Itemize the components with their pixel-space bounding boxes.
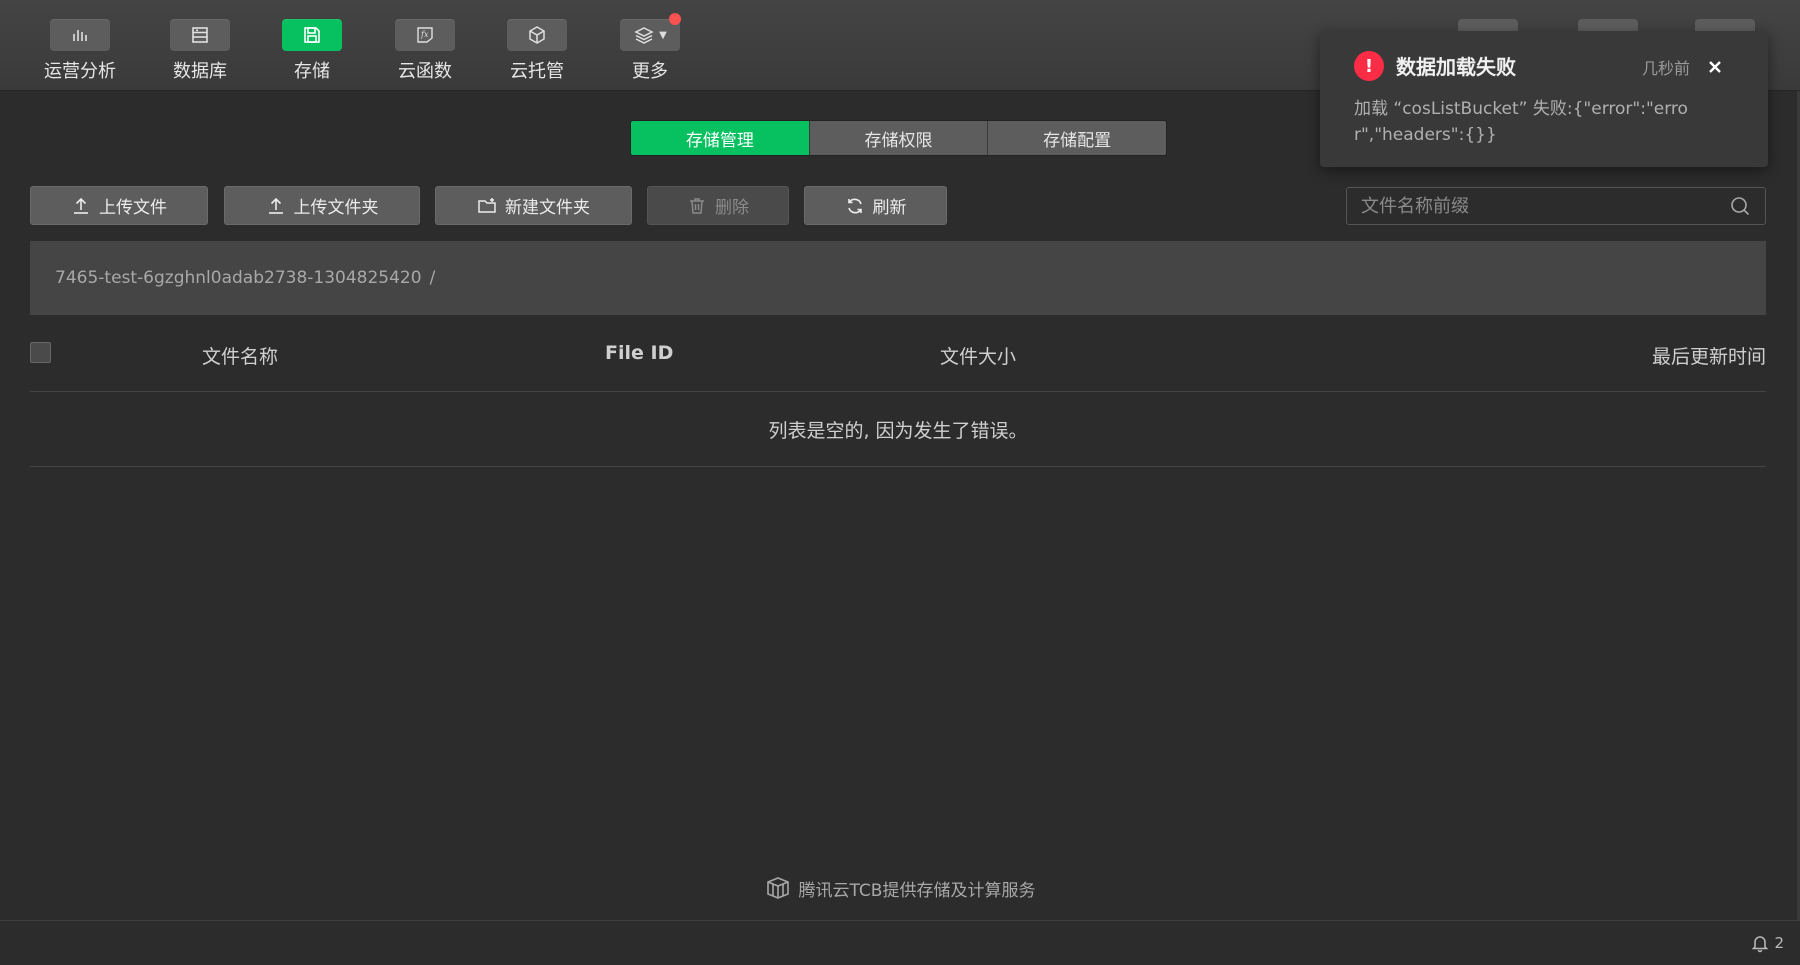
upload-file-label: 上传文件: [99, 198, 167, 218]
column-file-id[interactable]: File ID: [605, 342, 673, 364]
tool-operations-analysis[interactable]: 运营分析: [35, 19, 125, 83]
toast-message: 加载 “cosListBucket” 失败:{"error":"error","…: [1354, 99, 1688, 145]
close-icon: [1709, 61, 1721, 73]
footer-brand-text: 腾讯云TCB提供存储及计算服务: [798, 880, 1036, 901]
trash-icon: [690, 197, 704, 214]
toast-time: 几秒前: [1642, 59, 1691, 78]
tab-storage-config[interactable]: 存储配置: [988, 121, 1166, 155]
search-input[interactable]: [1361, 195, 1729, 217]
upload-icon: [74, 197, 88, 214]
tool-label: 云函数: [398, 61, 452, 82]
notification-count: 2: [1774, 934, 1784, 952]
refresh-button[interactable]: 刷新: [804, 186, 947, 225]
column-file-size[interactable]: 文件大小: [940, 342, 1016, 369]
select-all-checkbox[interactable]: [30, 342, 51, 363]
new-folder-label: 新建文件夹: [505, 198, 590, 218]
function-fx-icon: fx: [417, 27, 433, 43]
search-box: [1346, 187, 1766, 225]
upload-folder-button[interactable]: 上传文件夹: [224, 186, 420, 225]
tool-label: 存储: [294, 61, 330, 82]
upload-file-button[interactable]: 上传文件: [30, 186, 208, 225]
new-folder-button[interactable]: 新建文件夹: [435, 186, 632, 225]
status-bar: 2: [0, 920, 1800, 965]
storage-tabs: 存储管理 存储权限 存储配置: [630, 120, 1167, 156]
tool-database[interactable]: 数据库: [155, 19, 245, 83]
upload-icon: [268, 197, 283, 214]
bar-chart-icon: [73, 30, 87, 41]
empty-message: 列表是空的, 因为发生了错误。: [30, 392, 1766, 467]
breadcrumb-bucket[interactable]: 7465-test-6gzghnl0adab2738-1304825420: [55, 268, 422, 288]
error-icon: !: [1354, 51, 1384, 81]
tool-label: 数据库: [173, 61, 227, 82]
error-toast: ! 数据加载失败 几秒前 加载 “cosListBucket” 失败:{"err…: [1320, 31, 1768, 167]
refresh-icon: [847, 198, 862, 213]
upload-folder-label: 上传文件夹: [293, 198, 379, 218]
delete-label: 删除: [715, 198, 749, 218]
cube-icon: [529, 26, 545, 44]
tool-button[interactable]: [282, 19, 342, 51]
tool-label: 云托管: [510, 61, 564, 82]
table-header: 文件名称 File ID 文件大小 最后更新时间: [30, 330, 1766, 392]
delete-button[interactable]: 删除: [647, 186, 789, 225]
notifications-button[interactable]: 2: [1750, 933, 1784, 953]
tcb-logo-icon: [766, 877, 789, 899]
tab-storage-permissions[interactable]: 存储权限: [809, 121, 989, 155]
footer-brand: 腾讯云TCB提供存储及计算服务: [0, 873, 1800, 903]
tool-label: 更多: [632, 61, 668, 82]
tool-more[interactable]: ▼ 更多: [605, 13, 695, 83]
chevron-down-icon: ▼: [659, 29, 667, 41]
save-disk-icon: [304, 27, 320, 43]
tool-label: 运营分析: [44, 61, 116, 82]
column-file-name[interactable]: 文件名称: [202, 342, 278, 369]
tab-storage-management[interactable]: 存储管理: [631, 121, 810, 155]
bell-icon: [1752, 936, 1769, 953]
search-icon[interactable]: [1729, 195, 1751, 217]
tool-button[interactable]: ▼: [620, 13, 681, 51]
new-folder-icon: [478, 197, 496, 213]
tool-button[interactable]: fx: [395, 19, 455, 51]
refresh-label: 刷新: [872, 198, 907, 218]
tool-cloud-hosting[interactable]: 云托管: [492, 19, 582, 83]
toast-close-button[interactable]: [1704, 56, 1726, 78]
tool-cloud-functions[interactable]: fx 云函数: [380, 19, 470, 83]
tool-storage[interactable]: 存储: [267, 19, 357, 83]
tool-button[interactable]: [50, 19, 110, 51]
breadcrumb: 7465-test-6gzghnl0adab2738-1304825420 /: [30, 241, 1766, 315]
tool-button[interactable]: [507, 19, 567, 51]
breadcrumb-separator: /: [429, 268, 436, 288]
notification-dot: [669, 13, 681, 25]
toast-title: 数据加载失败: [1396, 55, 1516, 79]
database-icon: [192, 27, 208, 43]
tool-button[interactable]: [170, 19, 230, 51]
svg-text:fx: fx: [420, 30, 429, 39]
layers-icon: [634, 27, 654, 44]
column-last-updated[interactable]: 最后更新时间: [1652, 342, 1766, 369]
